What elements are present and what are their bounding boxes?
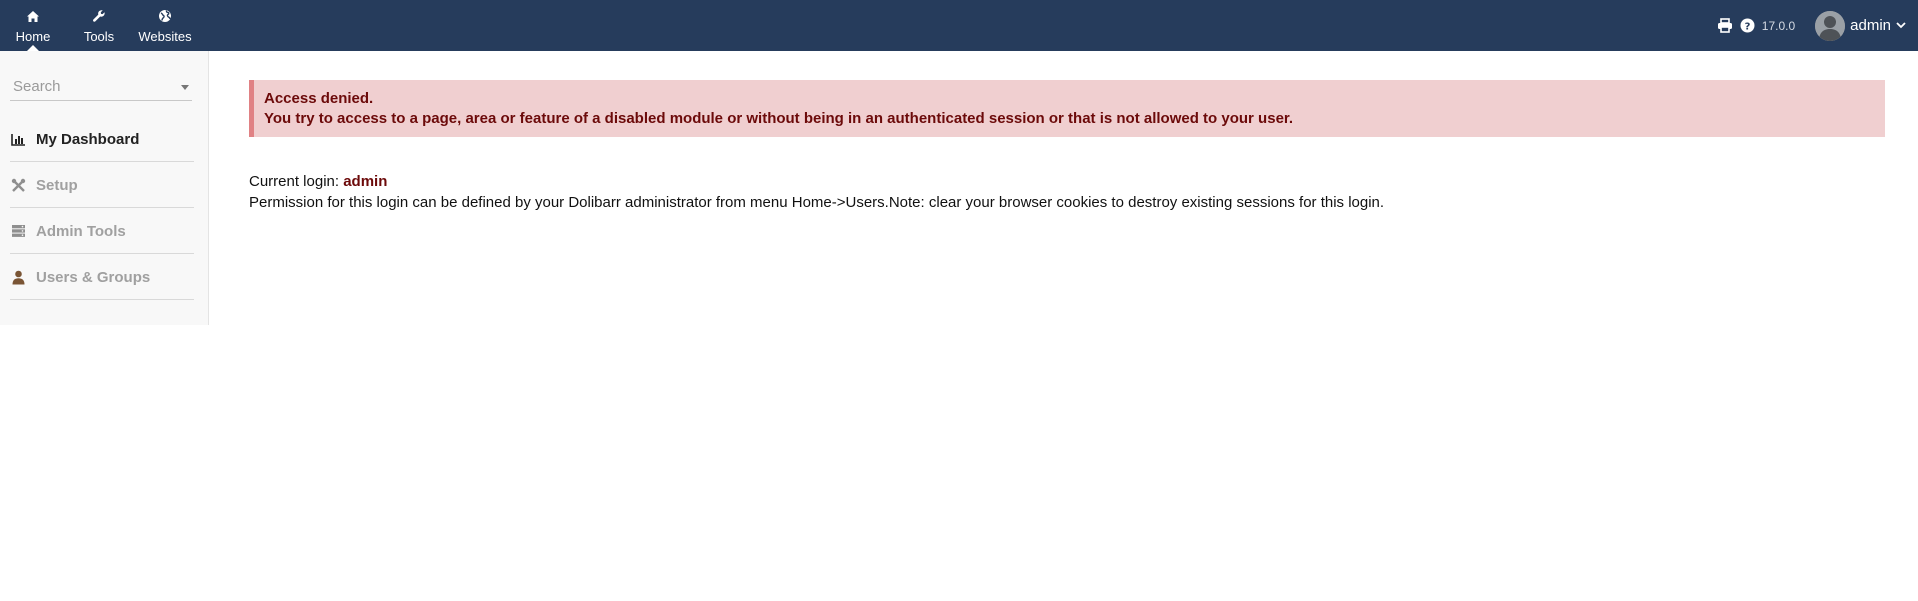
search-placeholder: Search bbox=[13, 78, 61, 95]
search-select[interactable]: Search bbox=[10, 76, 192, 101]
sidebar-item-admin-tools[interactable]: Admin Tools bbox=[10, 209, 194, 254]
access-denied-alert: Access denied. You try to access to a pa… bbox=[249, 80, 1885, 137]
topnav-websites[interactable]: Websites bbox=[132, 0, 198, 51]
current-login-user: admin bbox=[343, 173, 388, 190]
topnav-tools-label: Tools bbox=[83, 29, 115, 44]
topnav-websites-label: Websites bbox=[138, 29, 192, 44]
server-icon bbox=[10, 223, 26, 239]
username-label: admin bbox=[1850, 17, 1891, 34]
avatar bbox=[1815, 10, 1846, 41]
version-label: 17.0.0 bbox=[1761, 18, 1796, 33]
sidebar-item-users-groups[interactable]: Users & Groups bbox=[10, 255, 194, 300]
chart-icon bbox=[10, 131, 26, 147]
user-menu[interactable]: admin bbox=[1815, 10, 1906, 41]
help-icon[interactable]: ? bbox=[1740, 18, 1756, 34]
top-right-area: ? 17.0.0 admin bbox=[1716, 0, 1918, 51]
chevron-down-icon bbox=[1896, 21, 1906, 31]
sidebar-item-label: Setup bbox=[36, 176, 78, 194]
sidebar-item-label: Admin Tools bbox=[36, 222, 126, 240]
alert-title: Access denied. bbox=[264, 90, 374, 107]
alert-message: You try to access to a page, area or fea… bbox=[264, 110, 1294, 127]
home-icon bbox=[25, 8, 41, 24]
sidebar-item-my-dashboard[interactable]: My Dashboard bbox=[10, 117, 194, 162]
topnav-home-label: Home bbox=[15, 29, 51, 44]
topnav-tools[interactable]: Tools bbox=[66, 0, 132, 51]
sidebar-item-setup[interactable]: Setup bbox=[10, 163, 194, 208]
globe-icon bbox=[157, 8, 173, 24]
tools-icon bbox=[10, 177, 26, 193]
svg-text:?: ? bbox=[1745, 22, 1751, 33]
wrench-icon bbox=[91, 8, 107, 24]
user-icon bbox=[10, 269, 26, 285]
sidebar-item-label: Users & Groups bbox=[36, 268, 151, 286]
current-login-line: Current login: admin bbox=[249, 172, 387, 192]
top-navigation-bar: Home Tools Websites ? 17.0.0 admin bbox=[0, 0, 1918, 51]
sidebar-item-label: My Dashboard bbox=[36, 130, 140, 148]
permission-note: Permission for this login can be defined… bbox=[249, 194, 1385, 211]
top-menu: Home Tools Websites bbox=[0, 0, 198, 51]
current-login-label: Current login: bbox=[249, 173, 344, 190]
caret-down-icon bbox=[181, 85, 189, 90]
left-sidebar: Search My Dashboard Setup Admin Tools Us… bbox=[0, 51, 209, 325]
print-icon[interactable] bbox=[1716, 17, 1734, 35]
topnav-home[interactable]: Home bbox=[0, 0, 66, 51]
